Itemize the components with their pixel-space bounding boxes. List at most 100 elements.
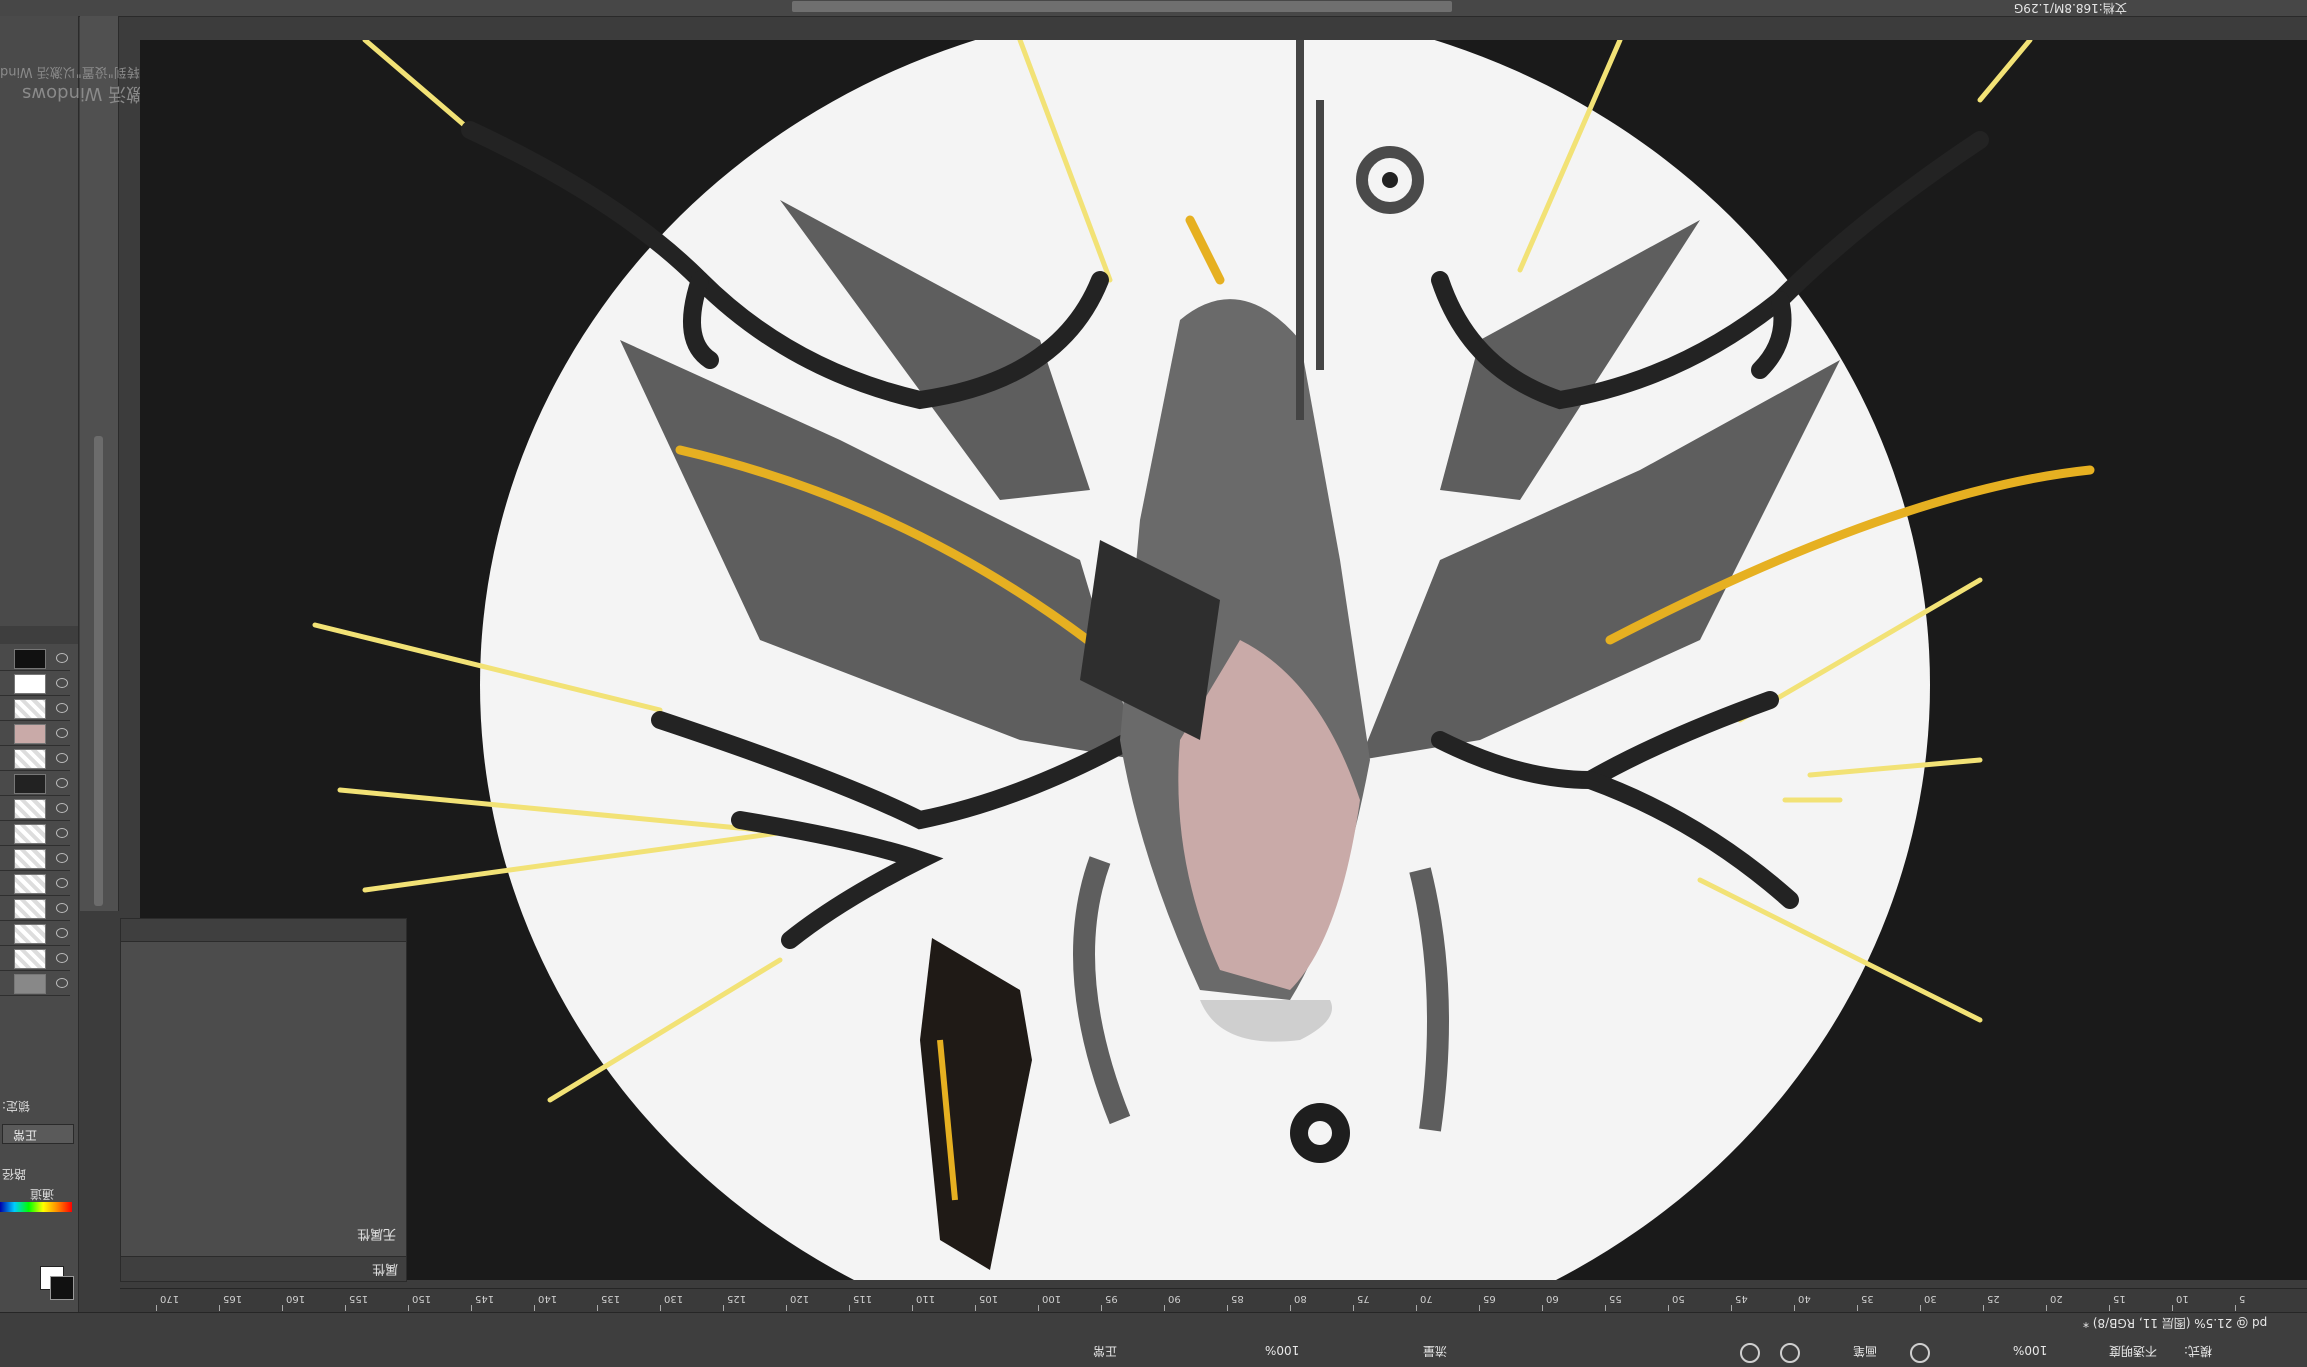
ruler-tick-mark [282,1305,283,1311]
eye-icon[interactable] [56,753,68,763]
vertical-scrollbar[interactable] [94,436,103,906]
ruler-tick-label: 115 [853,1293,873,1304]
mode-label: 模式: [2183,1344,2212,1358]
eye-icon[interactable] [56,903,68,913]
artwork-canvas[interactable] [140,5,2307,1365]
document-status: pd @ 21.5% (图层 11, RGB/8) * [2082,1316,2267,1330]
watermark-line1: 激活 Windows [22,83,145,104]
zoom-level-1[interactable]: 100% [1265,1343,1299,1357]
eye-icon[interactable] [56,878,68,888]
ruler-tick-label: 125 [727,1293,747,1304]
layer-row[interactable] [0,921,70,946]
properties-tab[interactable]: 属性 [372,1261,398,1280]
layer-row[interactable] [0,646,70,671]
ruler-tick-mark [723,1305,724,1311]
status-bar: pd @ 21.5% (图层 11, RGB/8) * 100% 100% 正常… [0,1312,2307,1367]
brush-label: 画笔 [1852,1344,1877,1358]
ruler-tick-mark [471,1305,472,1311]
eye-icon[interactable] [56,928,68,938]
zoom-icon[interactable] [1780,1343,1800,1363]
ruler-tick-mark [1038,1305,1039,1311]
ruler-tick-label: 10 [2176,1293,2189,1304]
ruler-tick-mark [1668,1305,1669,1311]
ruler-tick-mark [786,1305,787,1311]
layer-row[interactable] [0,946,70,971]
ruler-tick-mark [849,1305,850,1311]
eye-icon[interactable] [56,703,68,713]
ruler-tick-mark [597,1305,598,1311]
ruler-tick-mark [219,1305,220,1311]
ruler-tick-label: 65 [1483,1293,1496,1304]
ruler-tick-label: 70 [1420,1293,1433,1304]
layer-row[interactable] [0,971,70,996]
ruler-tick-mark [1983,1305,1984,1311]
eye-icon[interactable] [56,828,68,838]
zoom-icon[interactable] [1910,1343,1930,1363]
channels-tab[interactable]: 通道 [30,1184,54,1203]
ruler-tick-mark [2046,1305,2047,1311]
layer-row[interactable] [0,671,70,696]
ruler-tick-mark [1542,1305,1543,1311]
eye-icon[interactable] [56,978,68,988]
zoom-level-2[interactable]: 100% [2013,1343,2047,1357]
ruler-tick-mark [975,1305,976,1311]
eye-icon[interactable] [56,728,68,738]
foreground-color-swatch[interactable] [50,1276,74,1300]
eye-icon[interactable] [56,803,68,813]
ruler-tick-label: 135 [601,1293,621,1304]
ruler-tick-mark [1794,1305,1795,1311]
layer-row[interactable] [0,771,70,796]
ruler-tick-mark [1164,1305,1165,1311]
ruler-tick-label: 130 [664,1293,684,1304]
ruler-tick-mark [2109,1305,2110,1311]
eye-icon[interactable] [56,853,68,863]
watermark-line2: 转到"设置"以激活 Wind [0,64,140,79]
ruler-tick-label: 85 [1231,1293,1244,1304]
eye-icon[interactable] [56,678,68,688]
ruler-tick-mark [1353,1305,1354,1311]
blend-mode-select[interactable]: 正常 [2,1124,74,1144]
ruler-tick-label: 170 [160,1293,180,1304]
layer-row[interactable] [0,871,70,896]
ruler-tick-mark [1227,1305,1228,1311]
zoom-icon[interactable] [1740,1343,1760,1363]
ruler-tick-label: 30 [1924,1293,1937,1304]
ruler-tick-label: 35 [1861,1293,1874,1304]
eye-icon[interactable] [56,653,68,663]
flow-label: 流量 [1422,1344,1447,1358]
artwork [140,5,2307,1365]
ruler-tick-label: 105 [979,1293,999,1304]
ruler-tick-label: 20 [2050,1293,2063,1304]
horizontal-scrollbar[interactable] [792,1,1452,12]
ruler-tick-label: 145 [475,1293,495,1304]
ruler-tick-mark [156,1305,157,1311]
layer-row[interactable] [0,796,70,821]
panel-scroll-column [80,16,119,911]
paths-tab[interactable]: 路径 [2,1164,26,1183]
ruler-tick-label: 40 [1798,1293,1811,1304]
ruler-tick-mark [1920,1305,1921,1311]
layer-row[interactable] [0,821,70,846]
brush-mode-1[interactable]: 正常 [1093,1343,1117,1360]
eye-icon[interactable] [56,953,68,963]
layer-row[interactable] [0,896,70,921]
layers-toolbar [0,626,78,644]
layer-row[interactable] [0,696,70,721]
doc-info: 文档:168.8M/1.29G [2014,1,2127,15]
eye-icon[interactable] [56,778,68,788]
layer-row[interactable] [0,721,70,746]
ruler-tick-label: 90 [1168,1293,1181,1304]
ruler-tick-mark [2235,1305,2236,1311]
lock-row: 锁定: [2,1096,30,1115]
ruler-tick-label: 60 [1546,1293,1559,1304]
layer-row[interactable] [0,746,70,771]
ruler-tick-label: 15 [2113,1293,2126,1304]
layer-row[interactable] [0,846,70,871]
layers-list [0,646,78,1106]
ruler-tick-label: 50 [1672,1293,1685,1304]
ruler-tick-label: 95 [1105,1293,1118,1304]
ruler-tick-mark [1731,1305,1732,1311]
color-spectrum[interactable] [0,1202,72,1212]
ruler-tick-label: 120 [790,1293,810,1304]
ruler-tick-label: 155 [349,1293,369,1304]
